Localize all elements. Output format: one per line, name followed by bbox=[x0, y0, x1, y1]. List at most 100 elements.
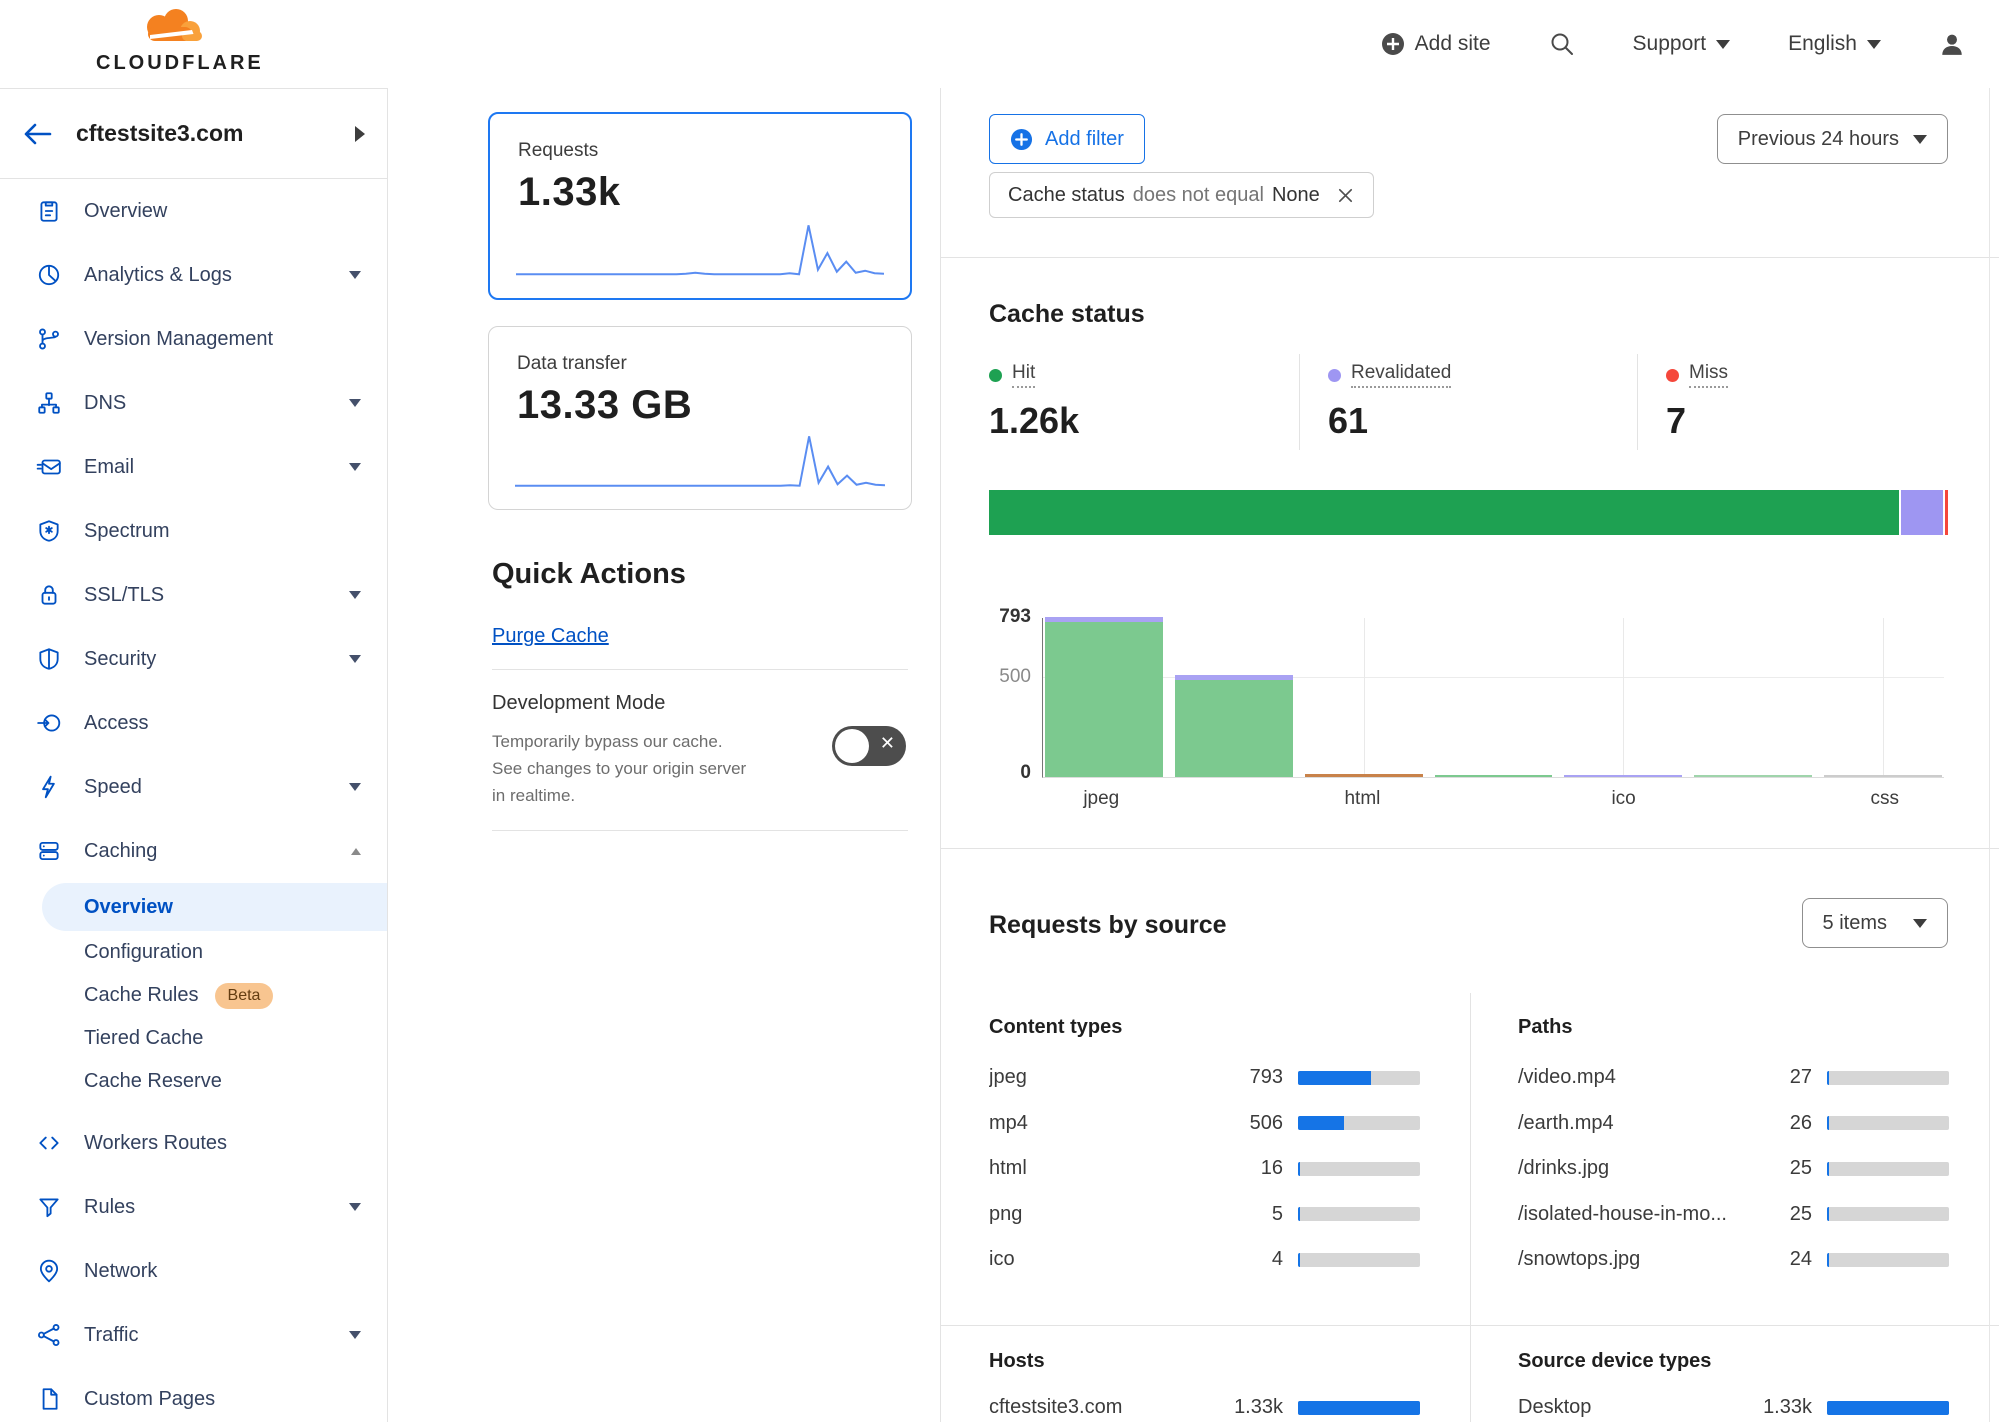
chevron-right-icon[interactable] bbox=[355, 126, 365, 142]
metric-value: 13.33 GB bbox=[517, 383, 883, 428]
cache-status-filter-chip[interactable]: Cache status does not equal None bbox=[989, 172, 1374, 218]
dns-icon bbox=[36, 390, 62, 416]
divider bbox=[1470, 1325, 1471, 1422]
divider bbox=[1989, 88, 1990, 1422]
progress-bar bbox=[1827, 1071, 1949, 1085]
sidebar-item-custom-pages[interactable]: Custom Pages bbox=[0, 1367, 387, 1422]
progress-bar bbox=[1298, 1401, 1420, 1415]
user-icon bbox=[1939, 31, 1965, 57]
remove-filter-icon[interactable] bbox=[1336, 186, 1355, 205]
analytics-panel: Add filter Cache status does not equal N… bbox=[940, 88, 1999, 1422]
items-count-dropdown[interactable]: 5 items bbox=[1802, 898, 1948, 948]
table-row[interactable]: cftestsite3.com 1.33k bbox=[989, 1385, 1420, 1422]
sidebar-item-cache-reserve[interactable]: Cache Reserve bbox=[0, 1060, 387, 1103]
sidebar-item-spectrum[interactable]: Spectrum bbox=[0, 499, 387, 563]
y-tick: 0 bbox=[1020, 762, 1031, 784]
analytics-icon bbox=[36, 262, 62, 288]
paths-header: Paths bbox=[1518, 1016, 1949, 1039]
miss-label[interactable]: Miss bbox=[1689, 362, 1728, 388]
divider bbox=[1637, 354, 1638, 450]
time-range-dropdown[interactable]: Previous 24 hours bbox=[1717, 114, 1948, 164]
sidebar-item-email[interactable]: Email bbox=[0, 435, 387, 499]
version-management-icon bbox=[36, 326, 62, 352]
plus-circle-icon bbox=[1010, 128, 1033, 151]
progress-bar bbox=[1298, 1116, 1420, 1130]
sidebar-item-tiered-cache[interactable]: Tiered Cache bbox=[0, 1017, 387, 1060]
divider bbox=[941, 848, 1999, 849]
requests-sparkline-chart bbox=[516, 222, 884, 278]
purge-cache-link[interactable]: Purge Cache bbox=[492, 625, 609, 648]
sidebar-item-traffic[interactable]: Traffic bbox=[0, 1303, 387, 1367]
sidebar-item-caching-configuration[interactable]: Configuration bbox=[0, 931, 387, 974]
table-row[interactable]: /snowtops.jpg 24 bbox=[1518, 1237, 1949, 1283]
progress-bar bbox=[1827, 1207, 1949, 1221]
sidebar-item-network[interactable]: Network bbox=[0, 1239, 387, 1303]
miss-value: 7 bbox=[1666, 400, 1728, 442]
content-types-table: Content types jpeg 793 mp4 506 html 16 p… bbox=[989, 1016, 1420, 1283]
sidebar-item-analytics-logs[interactable]: Analytics & Logs bbox=[0, 243, 387, 307]
table-row[interactable]: Desktop 1.33k bbox=[1518, 1385, 1949, 1422]
sidebar-item-caching-overview[interactable]: Overview bbox=[42, 883, 387, 931]
sidebar-item-cache-rules[interactable]: Cache Rules Beta bbox=[0, 974, 387, 1017]
table-row[interactable]: /isolated-house-in-mo... 25 bbox=[1518, 1192, 1949, 1238]
back-arrow-icon[interactable] bbox=[22, 122, 52, 146]
beta-badge: Beta bbox=[215, 983, 274, 1009]
sidebar-item-speed[interactable]: Speed bbox=[0, 755, 387, 819]
requests-by-source-title: Requests by source bbox=[989, 911, 1227, 940]
toggle-off-x-icon: ✕ bbox=[880, 733, 895, 754]
table-row[interactable]: /video.mp4 27 bbox=[1518, 1055, 1949, 1101]
sidebar-item-access[interactable]: Access bbox=[0, 691, 387, 755]
caching-submenu: Overview Configuration Cache Rules Beta … bbox=[0, 883, 387, 1103]
site-sidebar: cftestsite3.com Overview Analytics & Log… bbox=[0, 88, 388, 1422]
hit-label[interactable]: Hit bbox=[1012, 362, 1035, 388]
overview-icon bbox=[36, 198, 62, 224]
chevron-down-icon bbox=[349, 655, 361, 663]
add-filter-button[interactable]: Add filter bbox=[989, 114, 1145, 164]
chevron-down-icon bbox=[1913, 135, 1927, 144]
sidebar-item-caching[interactable]: Caching bbox=[0, 819, 387, 883]
progress-bar bbox=[1827, 1401, 1949, 1415]
table-row[interactable]: /drinks.jpg 25 bbox=[1518, 1146, 1949, 1192]
stacked-segment-revalidated bbox=[1899, 490, 1943, 535]
support-menu[interactable]: Support bbox=[1633, 32, 1731, 56]
table-row[interactable]: jpeg 793 bbox=[989, 1055, 1420, 1101]
data-transfer-metric-card[interactable]: Data transfer 13.33 GB bbox=[488, 326, 912, 510]
chevron-down-icon bbox=[349, 463, 361, 471]
site-name: cftestsite3.com bbox=[76, 120, 243, 147]
hosts-header: Hosts bbox=[989, 1350, 1420, 1373]
metric-label: Requests bbox=[518, 140, 882, 162]
search-button[interactable] bbox=[1549, 31, 1575, 57]
account-menu[interactable] bbox=[1939, 31, 1965, 57]
table-row[interactable]: html 16 bbox=[989, 1146, 1420, 1192]
cache-status-stat-miss: Miss 7 bbox=[1666, 362, 1728, 442]
language-menu[interactable]: English bbox=[1788, 32, 1881, 56]
table-row[interactable]: mp4 506 bbox=[989, 1101, 1420, 1147]
chart-bar-mp4 bbox=[1175, 618, 1293, 777]
sidebar-item-rules[interactable]: Rules bbox=[0, 1175, 387, 1239]
sidebar-item-security[interactable]: Security bbox=[0, 627, 387, 691]
revalidated-label[interactable]: Revalidated bbox=[1351, 362, 1451, 388]
divider bbox=[1470, 993, 1471, 1325]
sidebar-item-version-management[interactable]: Version Management bbox=[0, 307, 387, 371]
revalidated-value: 61 bbox=[1328, 400, 1451, 442]
table-row[interactable]: ico 4 bbox=[989, 1237, 1420, 1283]
sidebar-item-ssl-tls[interactable]: SSL/TLS bbox=[0, 563, 387, 627]
add-site-button[interactable]: Add site bbox=[1381, 32, 1491, 56]
requests-metric-card[interactable]: Requests 1.33k bbox=[488, 112, 912, 300]
sidebar-item-workers-routes[interactable]: Workers Routes bbox=[0, 1111, 387, 1175]
site-switcher[interactable]: cftestsite3.com bbox=[0, 89, 387, 179]
progress-bar bbox=[1827, 1116, 1949, 1130]
sidebar-item-dns[interactable]: DNS bbox=[0, 371, 387, 435]
table-row[interactable]: /earth.mp4 26 bbox=[1518, 1101, 1949, 1147]
development-mode-toggle[interactable]: ✕ bbox=[832, 726, 906, 766]
progress-bar bbox=[1298, 1207, 1420, 1221]
sidebar-item-overview[interactable]: Overview bbox=[0, 179, 387, 243]
revalidated-legend-dot bbox=[1328, 369, 1341, 382]
cloudflare-logo[interactable]: CLOUDFLARE bbox=[96, 5, 256, 75]
y-tick: 793 bbox=[999, 606, 1031, 628]
hit-value: 1.26k bbox=[989, 400, 1079, 442]
table-row[interactable]: png 5 bbox=[989, 1192, 1420, 1238]
chart-y-axis: 793 500 0 bbox=[981, 610, 1031, 778]
chart-bar-html bbox=[1305, 618, 1423, 777]
top-header: CLOUDFLARE Add site Support English bbox=[0, 0, 1999, 88]
